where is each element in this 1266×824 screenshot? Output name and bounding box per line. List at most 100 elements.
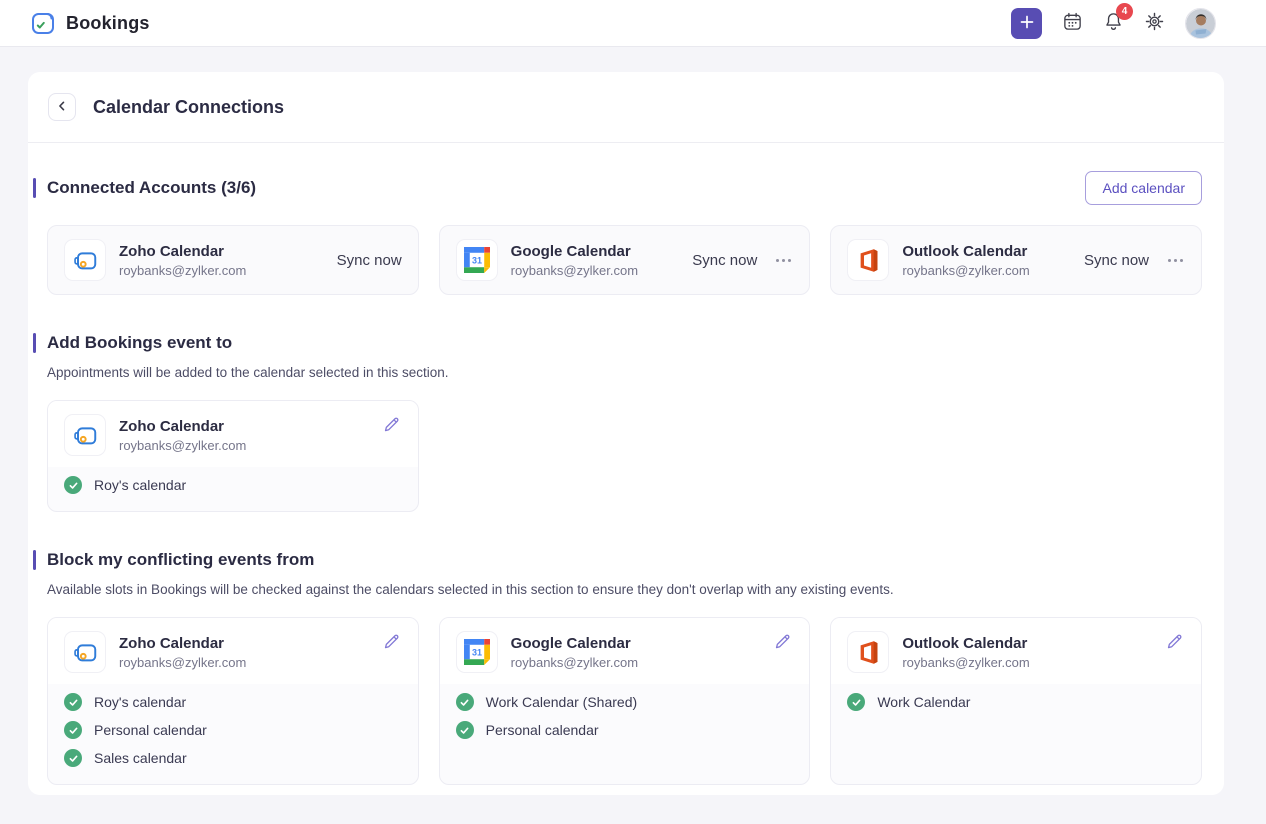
check-circle-icon [64,749,82,767]
connected-account-card: Zoho Calendar roybanks@zylker.com Sync now [47,225,419,295]
calendar-list-item: Personal calendar [456,716,794,744]
add-event-calendar-list: Zoho Calendarroybanks@zylker.com Roy's ca… [47,400,1202,512]
sync-now-link[interactable]: Sync now [692,252,757,269]
app-title: Bookings [66,13,150,34]
calendar-selection-card: Outlook Calendar roybanks@zylker.com Work … [830,617,1202,785]
calendar-account-info: Google Calendar roybanks@zylker.com [511,635,638,670]
calendar-account-info: Outlook Calendar roybanks@zylker.com [902,243,1029,278]
connected-accounts-title: Connected Accounts (3/6) [47,176,256,200]
block-events-calendar-list: Zoho Calendar roybanks@zylker.com Roy's ca… [47,617,1202,785]
check-circle-icon [847,693,865,711]
calendar-icon [1062,11,1083,35]
notifications-button[interactable]: 4 [1103,11,1124,35]
selected-calendars-list: Work Calendar (Shared) Personal calendar [440,684,810,756]
more-options-button[interactable] [774,255,793,266]
calendar-selection-card: Zoho Calendar roybanks@zylker.com Roy's ca… [47,617,419,785]
check-circle-icon [64,721,82,739]
connected-account-card: Outlook Calendar roybanks@zylker.com Sync … [830,225,1202,295]
connected-accounts-list: Zoho Calendar roybanks@zylker.com Sync now… [47,225,1202,295]
edit-calendars-button[interactable] [772,631,793,655]
zoho-calendar-icon [64,239,106,281]
calendar-provider-name: Outlook Calendar [902,243,1029,260]
google-calendar-icon: 31 [456,239,498,281]
calendar-card-header: Zoho Calendar roybanks@zylker.com [48,618,418,684]
google-calendar-icon: 31 [456,631,498,673]
account-email: roybanks@zylker.com [902,655,1029,670]
calendar-name: Roy's calendar [94,477,186,493]
add-calendar-button[interactable]: Add calendar [1085,171,1202,205]
gear-icon [1144,11,1165,35]
selected-calendars-list: Work Calendar [831,684,1201,728]
create-booking-button[interactable] [1011,8,1042,39]
section-add-bookings-event: Add Bookings event to Appointments will … [47,331,1202,512]
edit-calendars-button[interactable] [381,631,402,655]
sync-now-link[interactable]: Sync now [1084,252,1149,269]
calendar-connections-panel: Calendar Connections Connected Accounts … [28,72,1224,795]
account-email: roybanks@zylker.com [511,263,638,278]
back-button[interactable] [48,93,76,121]
calendar-account-info: Zoho Calendarroybanks@zylker.com [119,418,246,453]
account-email: roybanks@zylker.com [902,263,1029,278]
calendar-account-info: Zoho Calendar roybanks@zylker.com [119,243,246,278]
calendar-list-item: Roy's calendar [64,471,402,499]
edit-calendars-button[interactable] [381,414,402,438]
sync-now-link[interactable]: Sync now [337,252,402,269]
account-email: roybanks@zylker.com [119,263,246,278]
account-email: roybanks@zylker.com [511,655,638,670]
edit-calendars-button[interactable] [1164,631,1185,655]
topbar: Bookings [0,0,1266,47]
user-avatar[interactable] [1185,8,1216,39]
plus-icon [1019,14,1035,33]
section-block-conflicting: Block my conflicting events from Availab… [47,548,1202,785]
calendar-provider-name: Zoho Calendar [119,635,246,652]
add-event-title: Add Bookings event to [47,331,1202,355]
outlook-calendar-icon [847,631,889,673]
app-logo: Bookings [30,10,150,36]
calendar-list-item: Sales calendar [64,744,402,772]
svg-text:31: 31 [472,647,482,657]
zoho-calendar-icon [64,631,106,673]
svg-text:31: 31 [472,255,482,265]
check-circle-icon [64,693,82,711]
calendar-name: Roy's calendar [94,694,186,710]
calendar-name: Personal calendar [486,722,599,738]
block-events-description: Available slots in Bookings will be chec… [47,582,1202,597]
check-circle-icon [456,721,474,739]
topbar-actions: 4 [1011,8,1216,39]
more-options-button[interactable] [1166,255,1185,266]
calendar-selection-card: 31 Google Calendar roybanks@zylker.com Work… [439,617,811,785]
selected-calendars-list: Roy's calendar Personal calendar Sales cal… [48,684,418,784]
check-circle-icon [64,476,82,494]
calendar-list-item: Work Calendar [847,688,1185,716]
calendar-list-item: Roy's calendar [64,688,402,716]
pencil-icon [774,638,791,653]
calendar-view-button[interactable] [1062,11,1083,35]
calendar-name: Work Calendar (Shared) [486,694,637,710]
account-email: roybanks@zylker.com [119,655,246,670]
settings-button[interactable] [1144,11,1165,35]
pencil-icon [1166,638,1183,653]
section-connected-accounts: Connected Accounts (3/6) Add calendar Zo… [47,171,1202,295]
calendar-list-item: Work Calendar (Shared) [456,688,794,716]
calendar-selection-card: Zoho Calendarroybanks@zylker.com Roy's ca… [47,400,419,512]
calendar-provider-name: Google Calendar [511,243,638,260]
calendar-list-item: Personal calendar [64,716,402,744]
calendar-card-header: 31 Google Calendar roybanks@zylker.com [440,618,810,684]
calendar-card-header: Zoho Calendarroybanks@zylker.com [48,401,418,467]
panel-body: Connected Accounts (3/6) Add calendar Zo… [28,143,1224,785]
zoho-calendar-icon [64,414,106,456]
block-events-title: Block my conflicting events from [47,548,1202,572]
chevron-left-icon [56,100,68,115]
calendar-name: Work Calendar [877,694,970,710]
notification-count-badge: 4 [1116,3,1133,20]
calendar-name: Personal calendar [94,722,207,738]
account-email: roybanks@zylker.com [119,438,246,453]
calendar-provider-name: Google Calendar [511,635,638,652]
pencil-icon [383,638,400,653]
page-title: Calendar Connections [93,97,284,118]
calendar-account-info: Google Calendar roybanks@zylker.com [511,243,638,278]
calendar-provider-name: Outlook Calendar [902,635,1029,652]
connected-account-card: 31 Google Calendar roybanks@zylker.com Sync… [439,225,811,295]
calendar-provider-name: Zoho Calendar [119,243,246,260]
calendar-card-header: Outlook Calendar roybanks@zylker.com [831,618,1201,684]
